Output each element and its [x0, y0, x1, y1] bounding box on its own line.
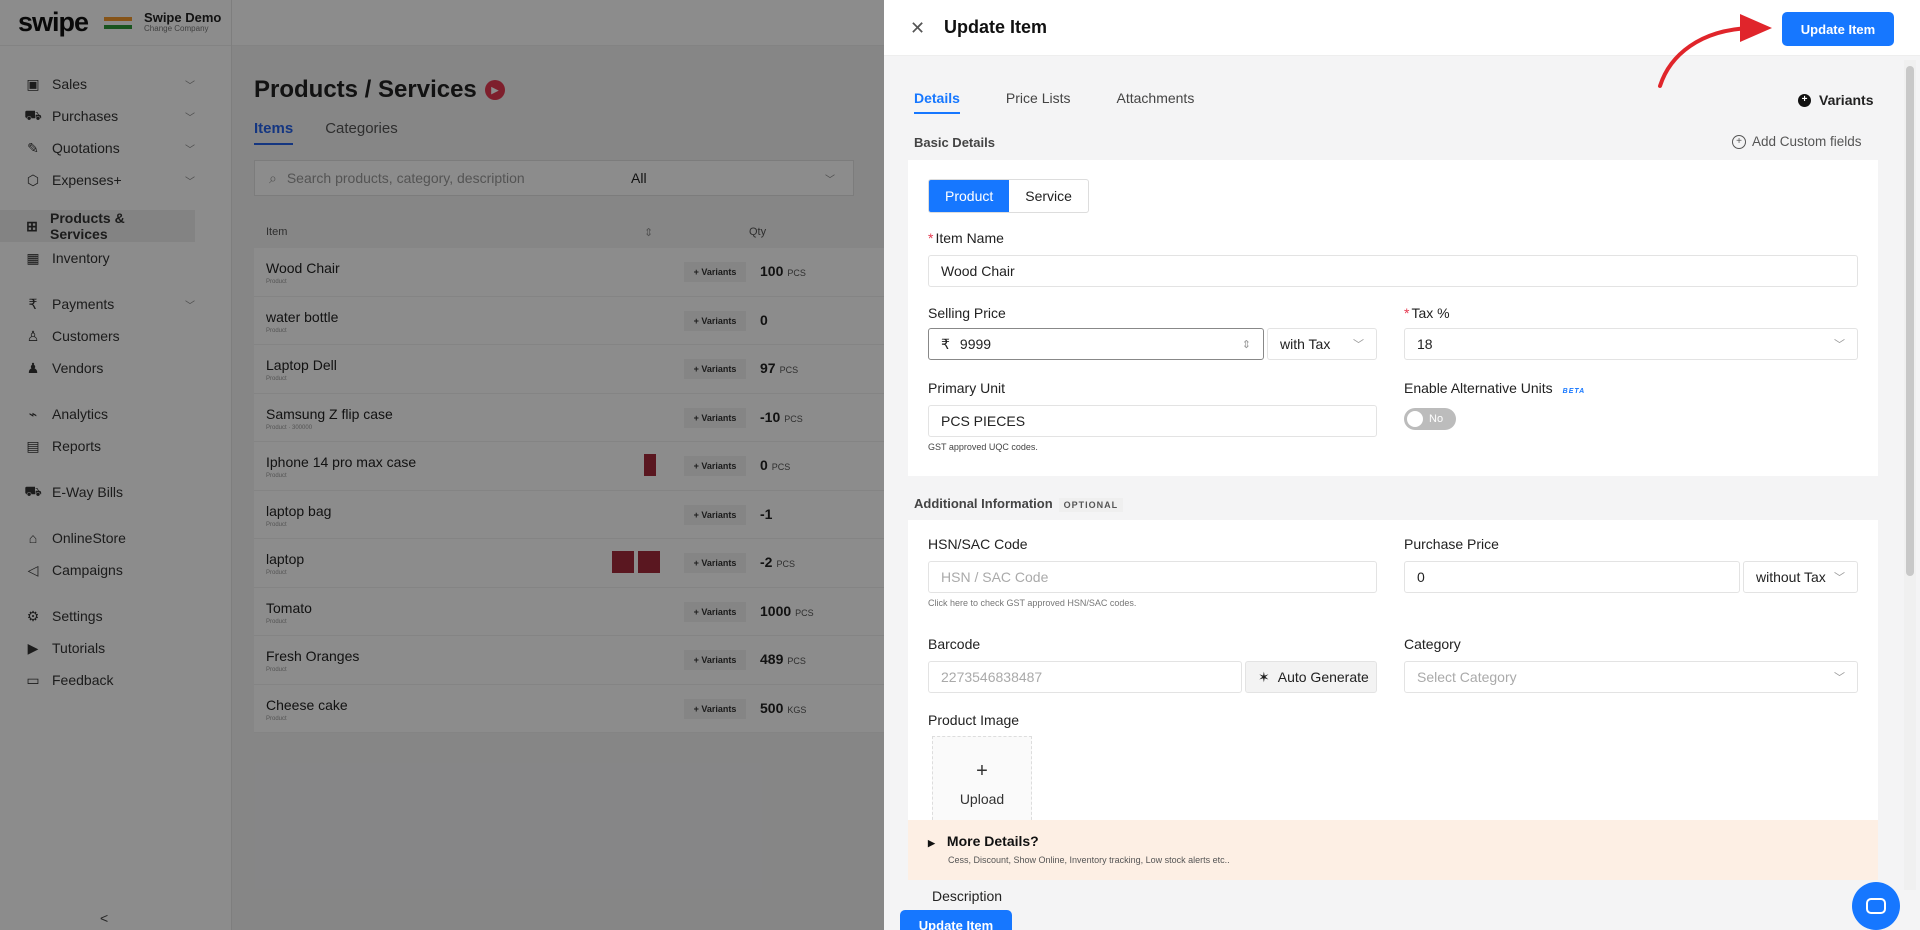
tax-value: 18 — [1417, 336, 1433, 352]
drawer-scrollbar-thumb[interactable] — [1906, 66, 1914, 576]
alternative-units-label: Enable Alternative Units BETA — [1404, 380, 1586, 396]
barcode-label: Barcode — [928, 636, 981, 652]
purchase-tax-mode-value: without Tax — [1756, 569, 1826, 585]
basic-details-card: Product Service * Item Name Wood Chair Se… — [908, 160, 1878, 476]
tab-details[interactable]: Details — [914, 90, 960, 114]
magic-wand-icon: ✶ — [1258, 668, 1270, 685]
category-label: Category — [1404, 636, 1461, 652]
chevron-down-icon: ﹀ — [1353, 339, 1364, 351]
hsn-label: HSN/SAC Code — [928, 536, 1028, 552]
update-item-button[interactable]: Update Item — [1782, 12, 1894, 46]
type-service-option[interactable]: Service — [1009, 180, 1088, 212]
purchase-tax-mode-select[interactable]: without Tax ﹀ — [1743, 561, 1858, 593]
hsn-codes-link[interactable]: Click here to check GST approved HSN/SAC… — [928, 598, 1136, 608]
drawer-header: ✕ Update Item Update Item — [884, 0, 1920, 56]
chat-icon — [1866, 898, 1886, 914]
hsn-input[interactable]: HSN / SAC Code — [928, 561, 1377, 593]
drawer-title: Update Item — [944, 17, 1048, 37]
barcode-input[interactable]: 2273546838487 — [928, 661, 1242, 693]
close-icon[interactable]: ✕ — [910, 18, 925, 39]
chevron-down-icon: ﹀ — [1834, 572, 1845, 584]
variants-button[interactable]: + Variants — [1798, 92, 1873, 108]
tax-label: * Tax % — [1404, 305, 1450, 321]
item-name-input[interactable]: Wood Chair — [928, 255, 1858, 287]
rupee-icon: ₹ — [941, 335, 950, 352]
more-details-title: ▶ More Details? — [928, 833, 1039, 849]
selling-price-input[interactable]: ₹ 9999 ⇕ — [928, 328, 1264, 360]
drawer-tabs: Details Price Lists Attachments — [914, 90, 1194, 114]
chevron-down-icon: ﹀ — [1834, 339, 1845, 351]
alternative-units-toggle[interactable]: No — [1404, 408, 1456, 430]
category-placeholder: Select Category — [1417, 669, 1517, 685]
add-custom-fields-label: Add Custom fields — [1752, 134, 1862, 149]
primary-unit-select[interactable]: PCS PIECES — [928, 405, 1377, 437]
add-custom-fields-button[interactable]: + Add Custom fields — [1732, 134, 1862, 149]
description-label: Description — [932, 888, 1003, 904]
toggle-state: No — [1429, 413, 1444, 425]
beta-badge: BETA — [1562, 388, 1586, 395]
tax-select[interactable]: 18 ﹀ — [1404, 328, 1858, 360]
stepper-icon[interactable]: ⇕ — [1242, 338, 1251, 351]
plus-icon: + — [976, 759, 988, 782]
bottom-update-item-button[interactable]: Update Item — [900, 910, 1012, 930]
category-select[interactable]: Select Category ﹀ — [1404, 661, 1858, 693]
tab-attachments[interactable]: Attachments — [1117, 90, 1195, 114]
plus-circle-icon: + — [1798, 93, 1811, 107]
auto-generate-label: Auto Generate — [1277, 669, 1369, 685]
product-image-label: Product Image — [928, 712, 1020, 728]
purchase-price-input[interactable]: 0 — [1404, 561, 1740, 593]
selling-price-label: Selling Price — [928, 305, 1006, 321]
more-details-section[interactable]: ▶ More Details? Cess, Discount, Show Onli… — [908, 820, 1878, 880]
purchase-price-label: Purchase Price — [1404, 536, 1499, 552]
caret-right-icon: ▶ — [928, 838, 935, 848]
selling-price-value: 9999 — [959, 336, 992, 352]
upload-image-button[interactable]: + Upload — [932, 736, 1032, 830]
selling-tax-mode-value: with Tax — [1280, 336, 1331, 352]
upload-label: Upload — [959, 790, 1005, 807]
toggle-knob — [1407, 411, 1423, 427]
update-item-drawer: ✕ Update Item Update Item Details Price … — [884, 0, 1920, 930]
primary-unit-label: Primary Unit — [928, 380, 1006, 396]
variants-label: Variants — [1819, 92, 1874, 108]
auto-generate-button[interactable]: ✶ Auto Generate — [1245, 661, 1377, 693]
additional-info-card: HSN/SAC Code HSN / SAC Code Click here t… — [908, 520, 1878, 820]
item-name-label: * Item Name — [928, 230, 1004, 246]
plus-circle-icon: + — [1732, 134, 1746, 149]
tab-price-lists[interactable]: Price Lists — [1006, 90, 1071, 114]
selling-tax-mode-select[interactable]: with Tax ﹀ — [1267, 328, 1377, 360]
chat-support-button[interactable] — [1852, 882, 1900, 930]
optional-badge: OPTIONAL — [1058, 498, 1124, 512]
type-product-option[interactable]: Product — [929, 180, 1010, 212]
more-details-subtitle: Cess, Discount, Show Online, Inventory t… — [948, 855, 1230, 865]
modal-backdrop[interactable] — [0, 0, 884, 930]
uqc-codes-link[interactable]: GST approved UQC codes. — [928, 442, 1038, 452]
chevron-down-icon: ﹀ — [1834, 672, 1845, 684]
basic-details-heading: Basic Details — [914, 135, 995, 150]
additional-info-heading: Additional Information OPTIONAL — [914, 496, 1124, 512]
item-type-toggle: Product Service — [928, 179, 1089, 213]
